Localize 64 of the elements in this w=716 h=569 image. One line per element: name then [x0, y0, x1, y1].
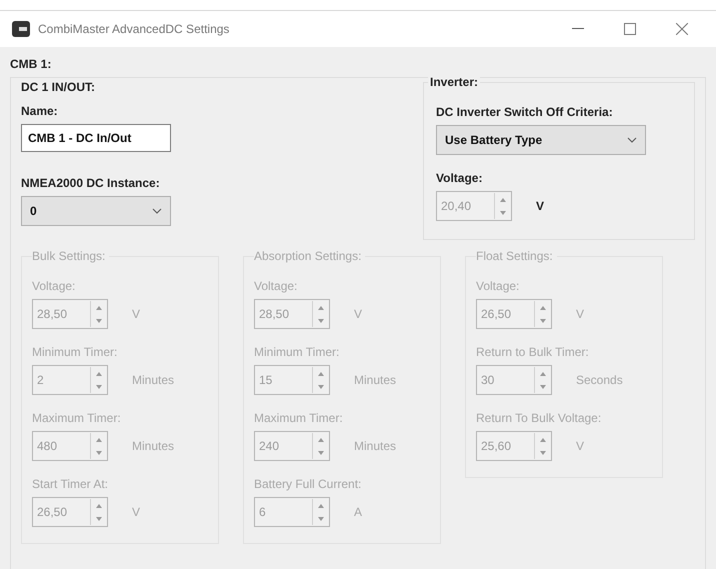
spin-up-icon[interactable]: [96, 438, 102, 442]
minimize-icon: [572, 28, 584, 30]
field-label: Voltage:: [476, 279, 520, 293]
field-label: Return To Bulk Voltage:: [476, 411, 602, 425]
field-label: Minimum Timer:: [32, 345, 118, 359]
group-title: Float Settings:: [476, 249, 557, 263]
criteria-dropdown[interactable]: Use Battery Type: [436, 125, 646, 155]
spin-up-icon[interactable]: [540, 372, 546, 376]
field-label: Return to Bulk Timer:: [476, 345, 590, 359]
unit-label: Minutes: [132, 439, 174, 453]
chevron-down-icon: [152, 208, 162, 214]
field-label: Minimum Timer:: [254, 345, 340, 359]
field-label: NMEA2000 DC Instance:: [21, 176, 161, 190]
unit-label: Minutes: [354, 439, 396, 453]
unit-label: V: [576, 439, 584, 453]
spin-up-icon[interactable]: [318, 372, 324, 376]
field-label: Name:: [21, 104, 59, 118]
spin-down-icon[interactable]: [540, 318, 546, 322]
spin-up-icon[interactable]: [318, 504, 324, 508]
device-label: CMB 1:: [10, 57, 52, 71]
field-label: DC Inverter Switch Off Criteria:: [436, 105, 614, 119]
group-title: Absorption Settings:: [254, 249, 366, 263]
group-title: Bulk Settings:: [32, 249, 110, 263]
spin-down-icon[interactable]: [318, 318, 324, 322]
spin-up-icon[interactable]: [540, 438, 546, 442]
field-label: Maximum Timer:: [254, 411, 344, 425]
field-label: Voltage:: [32, 279, 76, 293]
spin-down-icon[interactable]: [318, 384, 324, 388]
field-label: Maximum Timer:: [32, 411, 122, 425]
maximize-icon: [624, 23, 636, 35]
unit-label: V: [354, 307, 362, 321]
window-title: CombiMaster AdvancedDC Settings: [38, 22, 230, 36]
spin-down-icon[interactable]: [540, 384, 546, 388]
name-field[interactable]: CMB 1 - DC In/Out: [21, 124, 171, 152]
spin-up-icon[interactable]: [96, 504, 102, 508]
unit-label: V: [132, 307, 140, 321]
chevron-down-icon: [627, 137, 637, 143]
unit-label: V: [536, 199, 544, 213]
spin-down-icon[interactable]: [96, 450, 102, 454]
field-label: Voltage:: [436, 171, 484, 185]
spin-down-icon[interactable]: [96, 516, 102, 520]
spin-down-icon[interactable]: [96, 384, 102, 388]
spin-up-icon[interactable]: [96, 372, 102, 376]
spin-up-icon[interactable]: [318, 306, 324, 310]
spin-up-icon[interactable]: [540, 306, 546, 310]
unit-label: Seconds: [576, 373, 623, 387]
spin-down-icon[interactable]: [318, 450, 324, 454]
spin-down-icon[interactable]: [540, 450, 546, 454]
unit-label: A: [354, 505, 362, 519]
field-label: Battery Full Current:: [254, 477, 362, 491]
spin-down-icon[interactable]: [96, 318, 102, 322]
app-icon: [12, 21, 30, 37]
close-icon: [676, 23, 688, 35]
unit-label: V: [132, 505, 140, 519]
spin-up-icon[interactable]: [318, 438, 324, 442]
instance-dropdown[interactable]: 0: [21, 196, 171, 226]
field-label: Voltage:: [254, 279, 298, 293]
unit-label: V: [576, 307, 584, 321]
spin-down-icon[interactable]: [318, 516, 324, 520]
unit-label: Minutes: [132, 373, 174, 387]
spin-up-icon[interactable]: [96, 306, 102, 310]
field-label: Start Timer At:: [32, 477, 110, 491]
group-title: Inverter:: [428, 75, 480, 89]
unit-label: Minutes: [354, 373, 396, 387]
